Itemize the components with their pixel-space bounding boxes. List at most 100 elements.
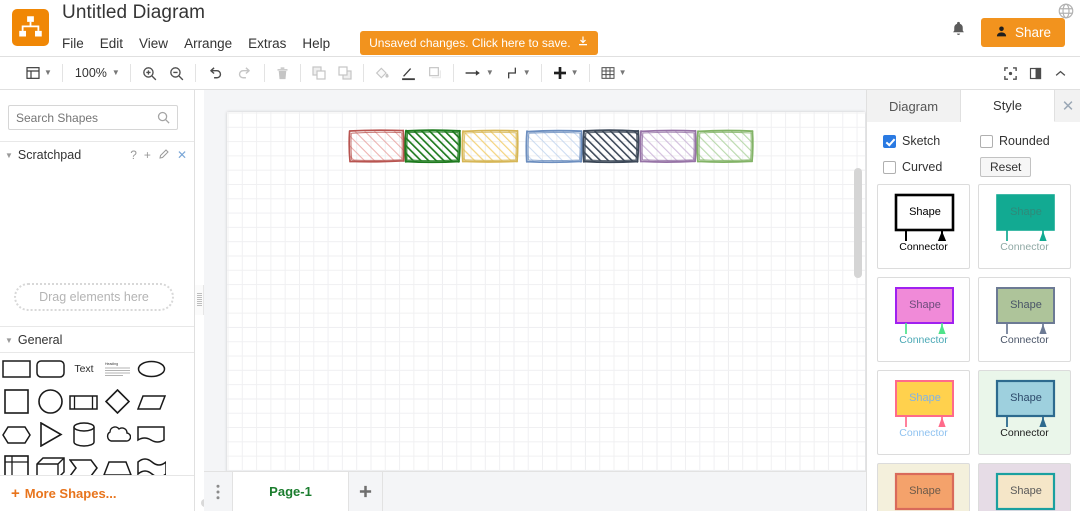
to-front-icon[interactable] xyxy=(306,57,332,90)
search-shapes-input[interactable] xyxy=(8,105,178,130)
app-header: Untitled Diagram File Edit View Arrange … xyxy=(0,0,1080,57)
shape-ellipse[interactable] xyxy=(134,352,168,385)
shape-process[interactable] xyxy=(67,385,101,418)
style-preset-sage[interactable]: Shape Connector xyxy=(978,277,1071,362)
insert-plus-icon[interactable]: ▼ xyxy=(547,57,584,90)
page-tab-page-1[interactable]: Page-1 xyxy=(232,472,349,511)
unsaved-changes-button[interactable]: Unsaved changes. Click here to save. xyxy=(360,31,598,55)
format-panel-icon[interactable] xyxy=(1023,57,1048,90)
shape-triangle[interactable] xyxy=(34,418,68,451)
sketch-rect-blue[interactable] xyxy=(525,129,583,164)
add-icon[interactable]: + xyxy=(144,148,151,162)
fill-color-icon[interactable] xyxy=(369,57,395,90)
option-curved[interactable]: Curved xyxy=(883,160,942,174)
sketch-checkbox[interactable] xyxy=(883,134,896,148)
sketch-rect-purple[interactable] xyxy=(639,129,697,163)
chevron-down-icon[interactable]: ▼ xyxy=(486,69,494,77)
rounded-checkbox[interactable] xyxy=(980,134,993,148)
option-sketch[interactable]: Sketch xyxy=(883,134,940,148)
menu-file[interactable]: File xyxy=(62,34,92,53)
menubar: File Edit View Arrange Extras Help Unsav… xyxy=(62,31,598,55)
sketch-rect-lime[interactable] xyxy=(696,129,754,163)
menu-view[interactable]: View xyxy=(131,34,176,53)
table-icon[interactable]: ▼ xyxy=(595,57,632,90)
style-row: Shape Shape xyxy=(877,463,1071,511)
delete-icon[interactable] xyxy=(270,57,295,90)
waypoints-icon[interactable]: ▼ xyxy=(499,57,536,90)
style-preset-yellow[interactable]: Shape Connector xyxy=(877,370,970,455)
sketch-rect-green[interactable] xyxy=(404,129,461,164)
sketch-rect-dark[interactable] xyxy=(582,129,640,164)
globe-icon[interactable] xyxy=(1057,2,1075,25)
scratchpad-label: Scratchpad xyxy=(17,148,82,162)
shape-document[interactable] xyxy=(134,418,168,451)
search-icon[interactable] xyxy=(156,110,171,130)
notifications-bell-icon[interactable] xyxy=(950,20,967,43)
shape-rectangle[interactable] xyxy=(0,352,34,385)
sketch-rect-red[interactable] xyxy=(348,129,405,163)
shape-text[interactable]: Text xyxy=(67,352,101,385)
main-toolbar: ▼ 100% ▼ ▼ ▼ ▼ ▼ xyxy=(0,57,1080,90)
chevron-up-icon[interactable] xyxy=(1048,57,1073,90)
style-preset-cream[interactable]: Shape xyxy=(978,463,1071,511)
style-preset-orange[interactable]: Shape xyxy=(877,463,970,511)
style-presets-grid: Shape Connector Shape Connector Shape Co… xyxy=(867,184,1080,511)
zoom-level-button[interactable]: 100% ▼ xyxy=(68,57,125,90)
chevron-down-icon[interactable]: ▼ xyxy=(523,69,531,77)
reset-button[interactable]: Reset xyxy=(980,157,1032,177)
sidebar-section-scratchpad[interactable]: ▼ Scratchpad ? + ✕ xyxy=(0,142,194,168)
share-button[interactable]: Share xyxy=(980,18,1065,47)
undo-icon[interactable] xyxy=(201,57,230,90)
zoom-in-icon[interactable] xyxy=(136,57,163,90)
shape-square[interactable] xyxy=(0,385,34,418)
shadow-icon[interactable] xyxy=(422,57,448,90)
sketch-rect-yellow[interactable] xyxy=(461,129,519,163)
shape-cylinder[interactable] xyxy=(67,418,101,451)
shape-rounded-rectangle[interactable] xyxy=(34,352,68,385)
menu-arrange[interactable]: Arrange xyxy=(176,34,240,53)
close-icon[interactable]: ✕ xyxy=(1055,90,1080,122)
document-title[interactable]: Untitled Diagram xyxy=(62,2,205,24)
style-preset-default[interactable]: Shape Connector xyxy=(877,184,970,269)
menu-help[interactable]: Help xyxy=(294,34,338,53)
canvas-vertical-scrollbar[interactable] xyxy=(854,168,862,278)
shape-circle[interactable] xyxy=(34,385,68,418)
sidebar-collapse-handle-icon[interactable] xyxy=(195,285,204,315)
shape-textbox[interactable]: Heading xyxy=(101,352,135,385)
more-shapes-button[interactable]: + More Shapes... xyxy=(0,475,194,511)
menu-edit[interactable]: Edit xyxy=(92,34,131,53)
vertical-dots-icon[interactable] xyxy=(204,472,232,511)
shape-parallelogram[interactable] xyxy=(134,385,168,418)
toolbar-right-group xyxy=(998,57,1080,90)
tab-style[interactable]: Style xyxy=(961,90,1055,122)
style-preset-teal[interactable]: Shape Connector xyxy=(978,184,1071,269)
option-rounded[interactable]: Rounded xyxy=(980,134,1050,148)
shape-hexagon[interactable] xyxy=(0,418,34,451)
to-back-icon[interactable] xyxy=(332,57,358,90)
style-preset-pink[interactable]: Shape Connector xyxy=(877,277,970,362)
chevron-down-icon[interactable]: ▼ xyxy=(112,69,120,77)
chevron-down-icon[interactable]: ▼ xyxy=(571,69,579,77)
style-row: Shape Connector Shape Connector xyxy=(877,184,1071,269)
help-icon[interactable]: ? xyxy=(130,148,137,162)
view-layout-icon[interactable]: ▼ xyxy=(20,57,57,90)
diagram-canvas[interactable] xyxy=(204,90,866,511)
style-preset-lightblue[interactable]: Shape Connector xyxy=(978,370,1071,455)
tab-diagram[interactable]: Diagram xyxy=(867,90,961,122)
redo-icon[interactable] xyxy=(230,57,259,90)
shape-diamond[interactable] xyxy=(101,385,135,418)
chevron-down-icon[interactable]: ▼ xyxy=(44,69,52,77)
curved-checkbox[interactable] xyxy=(883,160,896,174)
connection-arrow-icon[interactable]: ▼ xyxy=(459,57,499,90)
line-color-icon[interactable] xyxy=(395,57,422,90)
scratchpad-dropzone[interactable]: Drag elements here xyxy=(14,283,174,311)
chevron-down-icon[interactable]: ▼ xyxy=(619,69,627,77)
close-icon[interactable]: ✕ xyxy=(177,148,187,162)
fullscreen-icon[interactable] xyxy=(998,57,1023,90)
zoom-out-icon[interactable] xyxy=(163,57,190,90)
edit-icon[interactable] xyxy=(158,148,170,163)
add-page-button[interactable] xyxy=(349,472,383,511)
shape-cloud[interactable] xyxy=(101,418,135,451)
sidebar-section-general[interactable]: ▼ General xyxy=(0,327,194,353)
menu-extras[interactable]: Extras xyxy=(240,34,294,53)
